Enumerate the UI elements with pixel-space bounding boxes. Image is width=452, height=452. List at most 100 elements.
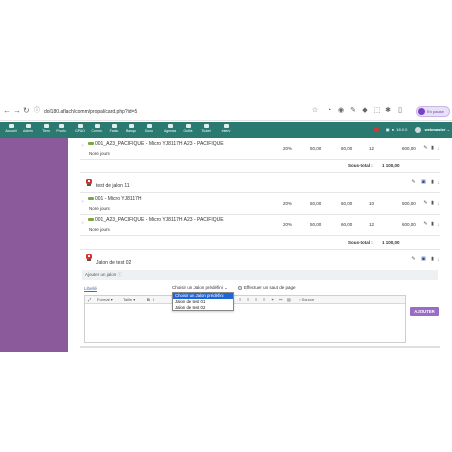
delete-icon[interactable]: ▮ bbox=[430, 146, 435, 151]
menu-item-documents[interactable]: Docu bbox=[139, 123, 159, 137]
italic-button[interactable]: I bbox=[153, 297, 154, 303]
forward-icon[interactable]: → bbox=[13, 106, 21, 116]
source-button[interactable]: ▫ Source bbox=[299, 297, 314, 303]
milestone-title: Jalon de test 02 bbox=[96, 260, 132, 266]
product-link[interactable]: 001_A23_PACIFIQUE - Micro YJ8117H A23 - … bbox=[95, 141, 224, 147]
qty-cell: 10 bbox=[369, 201, 375, 206]
format-select[interactable]: Format ▾ bbox=[97, 297, 113, 303]
divider bbox=[80, 249, 440, 250]
divider bbox=[80, 172, 440, 173]
flag-icon[interactable] bbox=[373, 127, 379, 133]
drag-handle-icon[interactable]: ⁞ bbox=[436, 146, 441, 151]
help-icon[interactable]: ⓘ bbox=[118, 272, 123, 277]
align-left-icon[interactable]: ≡ bbox=[239, 297, 241, 303]
copy-icon[interactable]: ▣ bbox=[421, 257, 426, 262]
tools-icon bbox=[185, 124, 191, 128]
add-milestone-button[interactable]: AJOUTER bbox=[410, 307, 439, 316]
browser-toolbar: ← → ↻ ⓘ dol180.aflach/comm/propal/card.p… bbox=[0, 103, 452, 121]
menu-item-interventions[interactable]: Interv bbox=[216, 123, 236, 137]
sidebar-icon[interactable]: ▯ bbox=[396, 107, 404, 115]
link-icon[interactable]: ⚭ bbox=[271, 297, 274, 303]
drag-handle-icon[interactable]: ⁞ bbox=[436, 222, 441, 227]
align-center-icon[interactable]: ≡ bbox=[247, 297, 249, 303]
qty-cell: 12 bbox=[369, 222, 375, 227]
justify-icon[interactable]: ≡ bbox=[263, 297, 265, 303]
delete-icon[interactable]: ▮ bbox=[430, 257, 435, 262]
home-icon bbox=[8, 124, 14, 128]
chevron-down-icon[interactable]: ⌄ bbox=[447, 127, 450, 132]
briefcase-icon bbox=[94, 124, 100, 128]
top-menu: Accueil Admin Tiers Produ GPAO Comm. Fac… bbox=[0, 122, 452, 138]
edit-icon[interactable]: ✎ bbox=[411, 257, 416, 262]
bold-button[interactable]: B bbox=[147, 297, 150, 303]
drag-handle-icon[interactable]: ⁞ bbox=[436, 201, 441, 206]
checkbox-icon[interactable] bbox=[238, 285, 242, 290]
chevron-right-icon[interactable]: › bbox=[82, 220, 84, 226]
back-icon[interactable]: ← bbox=[3, 106, 11, 116]
drag-handle-icon[interactable]: ⁞ bbox=[436, 180, 441, 185]
product-link[interactable]: 001 - Micro YJ8117H bbox=[95, 196, 142, 202]
size-select[interactable]: Taille ▾ bbox=[123, 297, 135, 303]
extension-icon[interactable]: ◔ bbox=[325, 107, 333, 115]
menu-item-agenda[interactable]: Agenda bbox=[160, 123, 180, 137]
subtotal-value: 1 100,00 bbox=[382, 163, 400, 168]
delete-icon[interactable]: ▮ bbox=[430, 201, 435, 206]
print-icon[interactable]: ▣ bbox=[386, 127, 390, 132]
box-icon bbox=[58, 124, 64, 128]
help-icon[interactable]: ● bbox=[392, 127, 394, 132]
delete-icon[interactable]: ▮ bbox=[430, 180, 435, 185]
username[interactable]: webmaster bbox=[425, 127, 446, 132]
extension-icon[interactable]: ⬚ bbox=[373, 107, 381, 115]
copy-icon[interactable]: ▣ bbox=[421, 180, 426, 185]
bottom-scroll-area bbox=[80, 346, 440, 348]
edit-icon[interactable]: ✎ bbox=[423, 222, 428, 227]
chevron-right-icon[interactable]: › bbox=[82, 143, 84, 149]
user-area: ▣ ● 18.0.0 webmaster ⌄ bbox=[373, 125, 450, 135]
avatar[interactable] bbox=[415, 126, 422, 133]
edit-icon[interactable]: ✎ bbox=[423, 201, 428, 206]
divider bbox=[80, 235, 440, 236]
address-bar[interactable]: dol180.aflach/comm/propal/card.php?id=5 bbox=[44, 106, 304, 118]
menu-item-admin[interactable]: Admin bbox=[18, 123, 38, 137]
extensions-puzzle-icon[interactable]: ✱ bbox=[384, 107, 392, 115]
page-break-checkbox[interactable]: Effectuer un saut de page bbox=[238, 285, 295, 291]
unit-price-ttc-cell: 60,00 bbox=[341, 146, 353, 151]
left-sidebar bbox=[0, 138, 68, 352]
chevron-right-icon[interactable]: › bbox=[82, 199, 84, 205]
page-break-label: Effectuer un saut de page bbox=[244, 285, 296, 290]
drag-handle-icon[interactable]: ⁞ bbox=[436, 257, 441, 262]
extension-icon[interactable]: ✎ bbox=[349, 107, 357, 115]
predefined-milestone-select[interactable]: Choisir un Jalon prédéfini ⌄ bbox=[172, 285, 228, 291]
align-right-icon[interactable]: ≡ bbox=[255, 297, 257, 303]
extension-icon[interactable]: ◉ bbox=[337, 107, 345, 115]
intervention-icon bbox=[223, 124, 229, 128]
edit-icon[interactable]: ✎ bbox=[423, 146, 428, 151]
bookmark-star-icon[interactable]: ☆ bbox=[311, 107, 319, 115]
extension-icon[interactable]: ◆ bbox=[361, 107, 369, 115]
unit-price-cell: 50,00 bbox=[310, 146, 322, 151]
product-icon bbox=[88, 197, 94, 201]
delete-icon[interactable]: ▮ bbox=[430, 222, 435, 227]
dropdown-option[interactable]: Jalon de test 02 bbox=[173, 305, 233, 311]
menu-item-outils[interactable]: Outils bbox=[178, 123, 198, 137]
profile-pause-button[interactable]: En pause bbox=[416, 106, 450, 117]
image-icon[interactable]: ▤ bbox=[287, 297, 291, 303]
product-line: 001_A23_PACIFIQUE - Micro YJ8117H A23 - … bbox=[88, 141, 224, 147]
unit-price-cell: 50,00 bbox=[310, 201, 322, 206]
unlink-icon[interactable]: ⚯ bbox=[279, 297, 282, 303]
menu-item-produits[interactable]: Produ bbox=[51, 123, 71, 137]
divider bbox=[80, 192, 440, 193]
menu-item-ticket[interactable]: Ticket bbox=[196, 123, 216, 137]
site-info-icon[interactable]: ⓘ bbox=[34, 106, 40, 116]
label-field-label: Libellé bbox=[84, 286, 98, 291]
edit-icon[interactable]: ✎ bbox=[411, 180, 416, 185]
divider bbox=[80, 214, 440, 215]
description-editor[interactable]: ⤢ Format ▾ Taille ▾ B I ≡ ≡ ≡ ≡ ⚭ ⚯ ▤ ▫ … bbox=[84, 295, 406, 343]
maximize-icon[interactable]: ⤢ bbox=[88, 297, 91, 303]
reload-icon[interactable]: ↻ bbox=[23, 106, 30, 116]
vat-cell: 20% bbox=[283, 146, 293, 151]
product-link[interactable]: 001_A23_PACIFIQUE - Micro YJ8117H A23 - … bbox=[95, 217, 224, 223]
menu-item-banque[interactable]: Banqu bbox=[121, 123, 141, 137]
add-milestone-header: Ajouter un jalon ⓘ bbox=[82, 270, 438, 280]
cube-icon bbox=[77, 124, 83, 128]
